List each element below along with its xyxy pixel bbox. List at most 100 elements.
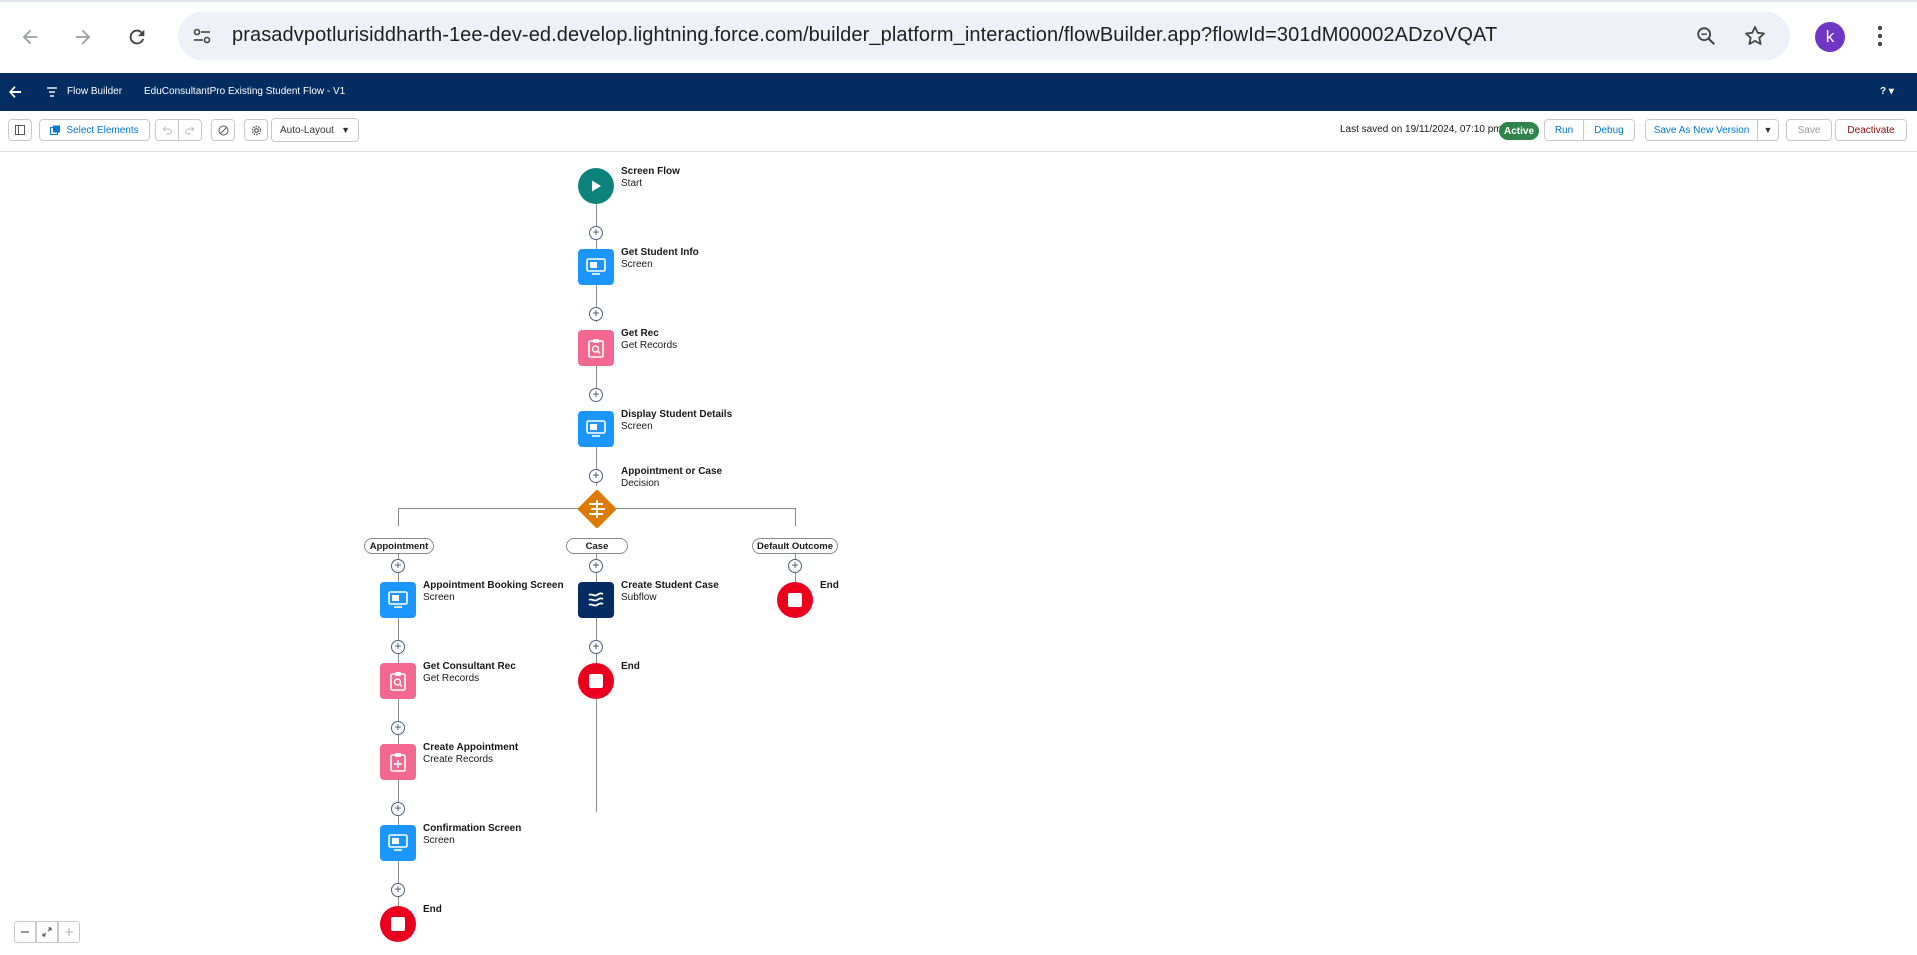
panel-icon [15, 125, 25, 135]
add-element-button[interactable]: + [589, 307, 603, 321]
help-icon[interactable]: ? ▾ [1880, 86, 1894, 97]
gear-icon [251, 125, 261, 135]
add-element-button[interactable]: + [589, 388, 603, 402]
layout-mode-select[interactable]: Auto-Layout ▼ [271, 118, 359, 142]
last-saved-text: Last saved on 19/11/2024, 07:10 pm [1340, 124, 1502, 135]
fit-icon [42, 927, 52, 937]
errors-button[interactable] [211, 119, 235, 141]
screen-node[interactable] [578, 249, 614, 285]
save-button[interactable]: Save [1786, 119, 1832, 141]
save-menu-button[interactable]: ▼ [1757, 119, 1779, 141]
layout-mode-value: Auto-Layout [280, 124, 334, 136]
get-records-icon [390, 672, 406, 691]
start-node[interactable] [578, 168, 614, 204]
back-arrow-icon[interactable] [12, 19, 48, 55]
no-entry-icon [218, 125, 228, 135]
browser-chrome: prasadvpotlurisiddharth-1ee-dev-ed.devel… [0, 0, 1917, 73]
node-label: Get Rec Get Records [621, 328, 678, 351]
screen-node[interactable] [380, 825, 416, 861]
plus-icon [65, 928, 73, 936]
stop-icon [391, 917, 405, 931]
branch-connector [795, 508, 796, 526]
chevron-down-icon: ▼ [341, 125, 350, 135]
play-icon [592, 180, 601, 192]
redo-icon [185, 126, 195, 135]
back-icon[interactable] [8, 85, 22, 104]
subflow-icon [588, 592, 604, 607]
run-button[interactable]: Run [1544, 119, 1584, 141]
end-node[interactable] [380, 906, 416, 942]
fit-view-button[interactable] [36, 921, 58, 943]
zoom-in-button[interactable] [58, 921, 80, 943]
create-records-node[interactable] [380, 744, 416, 780]
add-element-button[interactable]: + [391, 721, 405, 735]
undo-button[interactable] [155, 119, 179, 141]
end-label: End [621, 661, 640, 672]
select-elements-label: Select Elements [66, 124, 139, 136]
stop-icon [589, 674, 603, 688]
screen-icon [586, 420, 606, 437]
deactivate-button[interactable]: Deactivate [1835, 119, 1907, 141]
add-element-button[interactable]: + [589, 226, 603, 240]
decision-node[interactable] [574, 486, 620, 537]
branch-label-case[interactable]: Case [566, 538, 628, 554]
flow-builder-icon [46, 85, 58, 103]
flow-canvas[interactable]: Screen Flow Start + Get Student Info Scree… [0, 152, 1917, 955]
branch-label-default[interactable]: Default Outcome [752, 538, 838, 554]
redo-button[interactable] [178, 119, 202, 141]
subflow-node[interactable] [578, 582, 614, 618]
add-element-button[interactable]: + [391, 640, 405, 654]
browser-menu-icon[interactable] [1876, 24, 1884, 53]
debug-button[interactable]: Debug [1583, 119, 1635, 141]
end-node[interactable] [578, 663, 614, 699]
branch-connector [398, 508, 399, 526]
minus-icon [21, 931, 29, 933]
node-label: Display Student Details Screen [621, 409, 733, 432]
zoom-magnifier-icon[interactable] [1695, 25, 1717, 52]
add-element-button[interactable]: + [589, 640, 603, 654]
get-records-icon [588, 339, 604, 358]
select-elements-button[interactable]: Select Elements [39, 119, 150, 141]
profile-avatar[interactable]: k [1815, 22, 1845, 52]
app-header: Flow Builder EduConsultantPro Existing S… [0, 73, 1917, 111]
settings-button[interactable] [244, 119, 268, 141]
decision-label: Appointment or Case Decision [621, 466, 723, 489]
undo-icon [162, 126, 172, 135]
toolbar: Select Elements Auto-Layout ▼ Last saved… [0, 111, 1917, 152]
screen-icon [388, 834, 408, 851]
chevron-down-icon: ▼ [1763, 125, 1773, 135]
add-element-button[interactable]: + [589, 469, 603, 483]
start-label: Screen Flow Start [621, 166, 680, 189]
add-element-button[interactable]: + [589, 559, 603, 573]
node-label: Create Student Case Subflow [621, 580, 719, 603]
screen-node[interactable] [380, 582, 416, 618]
get-records-node[interactable] [578, 330, 614, 366]
add-element-button[interactable]: + [391, 559, 405, 573]
site-info-icon[interactable] [192, 26, 212, 51]
screen-node[interactable] [578, 411, 614, 447]
node-label: Appointment Booking Screen Screen [423, 580, 564, 603]
url-text[interactable]: prasadvpotlurisiddharth-1ee-dev-ed.devel… [232, 24, 1497, 47]
end-label: End [820, 580, 839, 591]
app-name: Flow Builder [67, 86, 123, 97]
node-label: Create Appointment Create Records [423, 742, 519, 765]
add-element-button[interactable]: + [788, 559, 802, 573]
status-badge: Active [1499, 122, 1539, 140]
reload-icon[interactable] [119, 19, 155, 55]
save-as-new-version-button[interactable]: Save As New Version [1645, 119, 1758, 141]
screen-icon [586, 258, 606, 275]
add-element-button[interactable]: + [391, 883, 405, 897]
stop-icon [788, 593, 802, 607]
node-label: Get Consultant Rec Get Records [423, 661, 516, 684]
branch-label-appointment[interactable]: Appointment [364, 538, 434, 554]
bookmark-star-icon[interactable] [1743, 24, 1767, 53]
end-label: End [423, 904, 442, 915]
get-records-node[interactable] [380, 663, 416, 699]
zoom-out-button[interactable] [14, 921, 36, 943]
add-element-button[interactable]: + [391, 802, 405, 816]
end-node[interactable] [777, 582, 813, 618]
forward-arrow-icon[interactable] [65, 19, 101, 55]
tab-strip-edge [0, 0, 1917, 2]
create-records-icon [390, 753, 406, 772]
toggle-panel-button[interactable] [8, 119, 32, 141]
